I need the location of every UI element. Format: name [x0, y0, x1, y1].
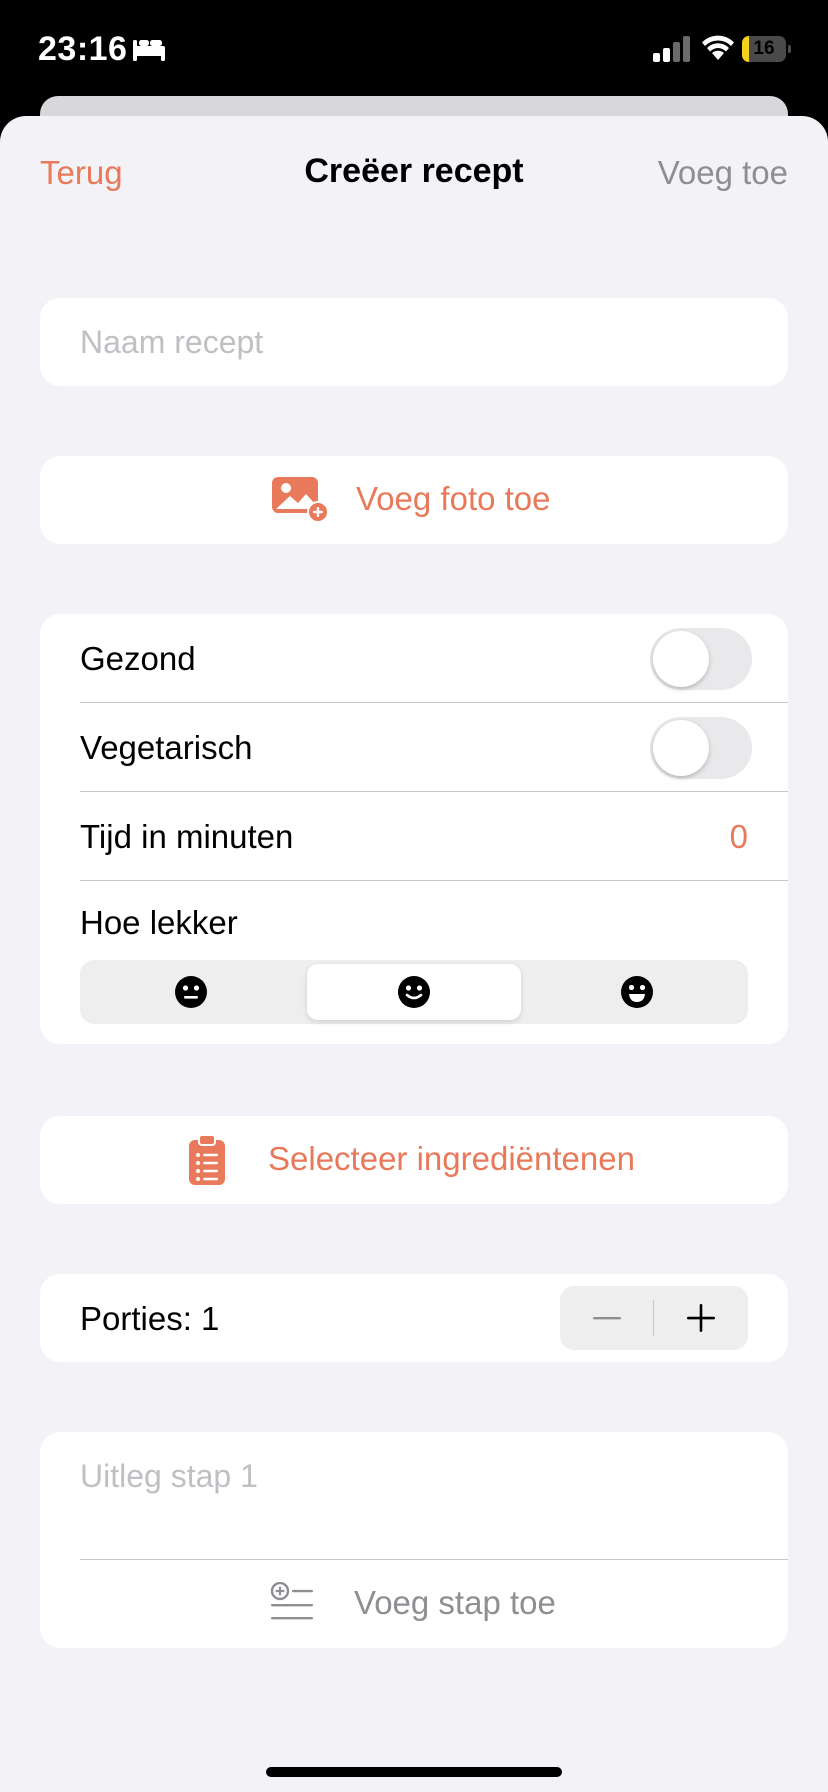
add-step-button[interactable]: Voeg stap toe — [40, 1560, 788, 1648]
recipe-options-card: Gezond Vegetarisch Tijd in minuten 0 Hoe… — [40, 614, 788, 1044]
battery-icon: 16 — [742, 36, 791, 62]
recipe-name-card: Naam recept — [40, 298, 788, 386]
divider — [80, 880, 788, 881]
plus-icon — [687, 1304, 715, 1332]
add-list-item-icon — [270, 1582, 313, 1620]
add-photo-icon — [272, 477, 329, 523]
home-indicator — [266, 1767, 562, 1777]
grinning-face-icon — [621, 976, 653, 1008]
clipboard-list-icon — [189, 1134, 225, 1185]
bed-icon — [133, 40, 165, 61]
healthy-row: Gezond — [80, 614, 788, 702]
portions-label: Porties: 1 — [80, 1300, 220, 1337]
decrement-button[interactable] — [560, 1286, 654, 1350]
wifi-icon — [702, 35, 734, 60]
portions-card: Porties: 1 — [40, 1274, 788, 1362]
minus-icon — [593, 1317, 621, 1320]
vegetarian-toggle[interactable] — [650, 717, 752, 779]
add-photo-label: Voeg foto toe — [356, 480, 551, 517]
taste-segment-neutral[interactable] — [84, 964, 298, 1020]
time-value-input[interactable]: 0 — [730, 818, 748, 856]
add-photo-button[interactable]: Voeg foto toe — [40, 456, 788, 544]
navigation-bar: Terug Creëer recept Voeg toe — [0, 116, 828, 226]
steps-card: Uitleg stap 1 Voeg stap toe — [40, 1432, 788, 1648]
add-step-label: Voeg stap toe — [354, 1584, 556, 1621]
recipe-name-input[interactable]: Naam recept — [80, 324, 263, 361]
select-ingredients-label: Selecteer ingrediëntenen — [268, 1140, 635, 1177]
taste-segment-smiling[interactable] — [307, 964, 521, 1020]
battery-level: 16 — [753, 38, 775, 59]
step-1-input[interactable]: Uitleg stap 1 — [80, 1458, 258, 1495]
add-recipe-button[interactable]: Voeg toe — [658, 154, 788, 192]
healthy-toggle[interactable] — [650, 628, 752, 690]
vegetarian-row: Vegetarisch — [80, 703, 788, 791]
status-bar: 23:16 16 — [0, 0, 828, 110]
healthy-label: Gezond — [80, 640, 196, 677]
create-recipe-sheet: Terug Creëer recept Voeg toe Naam recept… — [0, 116, 828, 1792]
taste-label: Hoe lekker — [80, 904, 238, 941]
select-ingredients-button[interactable]: Selecteer ingrediëntenen — [40, 1116, 788, 1204]
neutral-face-icon — [175, 976, 207, 1008]
cellular-signal-icon — [653, 36, 690, 62]
portions-stepper — [560, 1286, 748, 1350]
increment-button[interactable] — [654, 1286, 748, 1350]
smiling-face-icon — [398, 976, 430, 1008]
taste-segmented-control — [80, 960, 748, 1024]
time-row[interactable]: Tijd in minuten 0 — [80, 792, 788, 880]
status-time: 23:16 — [38, 30, 128, 68]
taste-segment-grinning[interactable] — [530, 964, 744, 1020]
vegetarian-label: Vegetarisch — [80, 729, 253, 766]
time-label: Tijd in minuten — [80, 818, 294, 855]
